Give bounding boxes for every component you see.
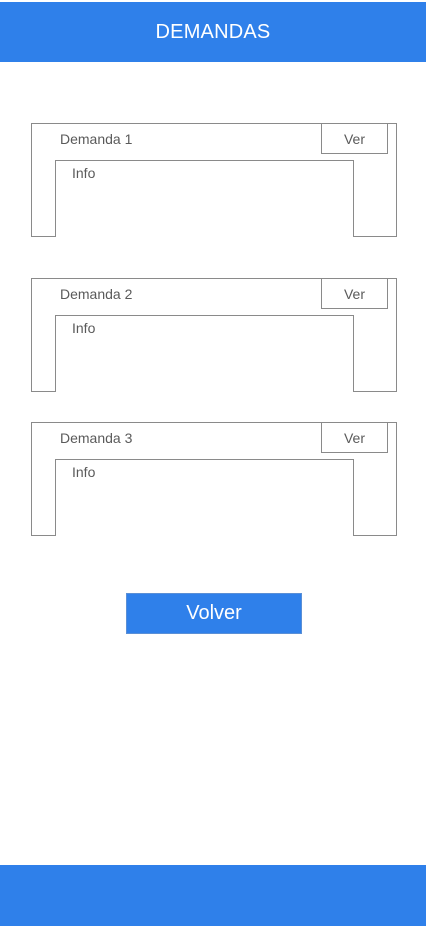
info-box-2: Info <box>55 315 354 392</box>
demanda-title: Demanda 3 <box>60 430 133 446</box>
info-label: Info <box>72 165 96 181</box>
info-box-3: Info <box>55 459 354 536</box>
app-footer <box>0 865 426 926</box>
volver-button[interactable]: Volver <box>126 593 302 634</box>
info-box-1: Info <box>55 160 354 237</box>
demanda-card-1: Demanda 1 Ver Info <box>31 123 397 237</box>
ver-button-2[interactable]: Ver <box>321 278 388 309</box>
demanda-title: Demanda 1 <box>60 131 133 147</box>
ver-button-3[interactable]: Ver <box>321 422 388 453</box>
app-header: DEMANDAS <box>0 2 426 62</box>
demanda-card-2: Demanda 2 Ver Info <box>31 278 397 392</box>
ver-button-1[interactable]: Ver <box>321 123 388 154</box>
info-label: Info <box>72 464 96 480</box>
page-title: DEMANDAS <box>155 20 271 43</box>
demanda-title: Demanda 2 <box>60 286 133 302</box>
info-label: Info <box>72 320 96 336</box>
demanda-card-3: Demanda 3 Ver Info <box>31 422 397 536</box>
